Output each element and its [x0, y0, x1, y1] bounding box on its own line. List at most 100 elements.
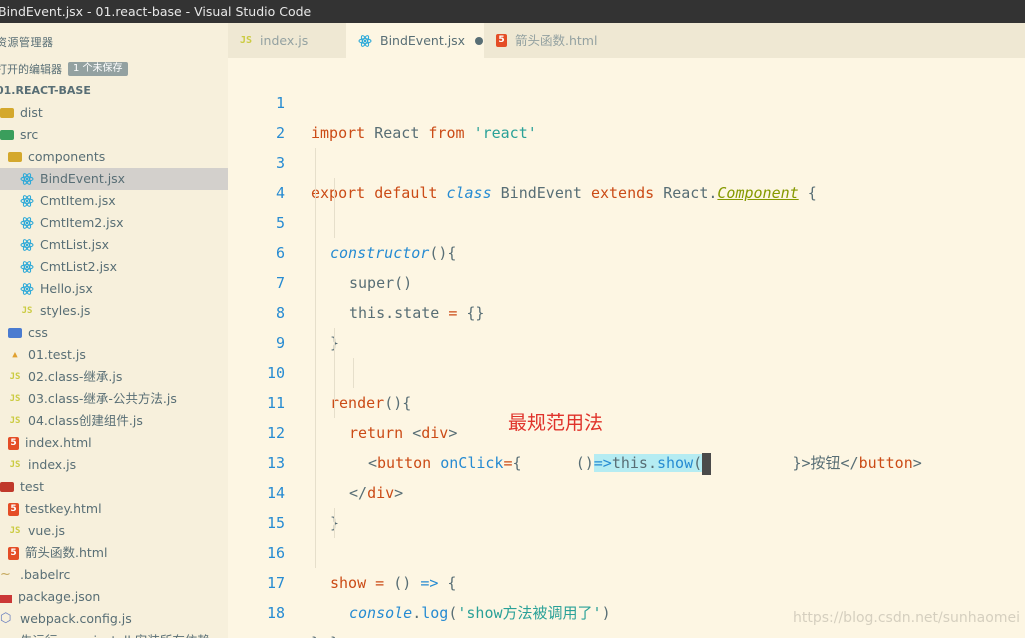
annotation-text: 最规范用法	[508, 412, 604, 434]
file-tree-item[interactable]: JS 03.class-继承-公共方法.js	[0, 388, 228, 410]
react-icon	[358, 34, 372, 48]
file-tree-item[interactable]: JS index.js	[0, 454, 228, 476]
tab-bindevent-jsx[interactable]: BindEvent.jsx	[346, 23, 484, 58]
explorer-sidebar: 资源管理器 打开的编辑器 1 个未保存 01.REACT-BASE dist sr…	[0, 23, 228, 638]
file-tree-item[interactable]: css	[0, 322, 228, 344]
file-tree-label: package.json	[18, 589, 101, 604]
code-line: 6 this.state = {}	[228, 208, 1025, 322]
js-icon: JS	[9, 526, 21, 536]
tab-arrow-function-html[interactable]: 5 箭头函数.html	[484, 23, 624, 58]
folder-icon	[8, 328, 22, 338]
file-tree-label: 04.class创建组件.js	[28, 413, 143, 428]
code-line: 16 console.log('show方法被调用了')	[228, 508, 1025, 622]
file-tree-item[interactable]: BindEvent.jsx	[0, 168, 228, 190]
code-line: 14	[228, 448, 1025, 502]
file-tree-item[interactable]: ▲ 01.test.js	[0, 344, 228, 366]
file-tree-label: 03.class-继承-公共方法.js	[28, 391, 177, 406]
folder-icon	[0, 130, 14, 140]
tab-label: BindEvent.jsx	[380, 33, 466, 48]
file-tree-item[interactable]: CmtList2.jsx	[0, 256, 228, 278]
code-line: 11 <button onClick={ ()=>this.show( }>按钮…	[228, 358, 1025, 475]
folder-open-icon	[8, 152, 22, 162]
file-tree-item[interactable]: 5 index.html	[0, 432, 228, 454]
unsaved-dot-icon[interactable]	[475, 36, 484, 45]
project-root[interactable]: 01.REACT-BASE	[0, 84, 91, 97]
file-tree-item[interactable]: 5 箭头函数.html	[0, 542, 228, 564]
file-tree-item[interactable]: package.json	[0, 586, 228, 608]
js-icon: JS	[9, 460, 21, 470]
code-line: 13 }	[228, 418, 1025, 532]
unsaved-badge: 1 个未保存	[68, 62, 128, 76]
html-icon: 5	[8, 502, 19, 516]
react-icon	[20, 238, 34, 252]
file-tree-item[interactable]: test	[0, 476, 228, 498]
code-line: 9 render(){	[228, 298, 1025, 412]
file-tree-item[interactable]: CmtItem.jsx	[0, 190, 228, 212]
folder-icon	[0, 108, 14, 118]
tab-label: index.js	[260, 33, 309, 48]
file-tree-label: css	[28, 325, 48, 340]
file-tree-label: webpack.config.js	[20, 611, 132, 626]
js-icon: JS	[21, 306, 33, 316]
file-tree-item[interactable]: JS styles.js	[0, 300, 228, 322]
file-tree-item[interactable]: CmtList.jsx	[0, 234, 228, 256]
html-icon: 5	[8, 546, 19, 560]
file-tree-label: styles.js	[40, 303, 91, 318]
code-line: 8	[228, 268, 1025, 322]
code-line: 12 </div>	[228, 388, 1025, 502]
test-js-icon: ▲	[12, 350, 18, 360]
webpack-icon: ⬡	[0, 611, 12, 626]
file-tree-label: vue.js	[28, 523, 65, 538]
file-tree-item[interactable]: ⬡ webpack.config.js	[0, 608, 228, 630]
code-line: 5 super()	[228, 178, 1025, 292]
folder-icon	[0, 482, 14, 492]
file-tree-label: 箭头函数.html	[25, 545, 108, 560]
file-tree-label: CmtList.jsx	[40, 237, 110, 252]
file-tree: dist src components BindEvent.jsx CmtItem.js…	[0, 102, 228, 638]
watermark: https://blog.csdn.net/sunhaomei	[793, 610, 1020, 626]
file-tree-label: src	[20, 127, 39, 142]
code-line: 15 show = () => {	[228, 478, 1025, 592]
code-line: 4 constructor(){	[228, 148, 1025, 262]
react-icon	[20, 194, 34, 208]
tab-index-js[interactable]: JS index.js	[228, 23, 346, 58]
file-tree-label: test	[20, 479, 45, 494]
title-bar: BindEvent.jsx - 01.react-base - Visual S…	[0, 0, 1025, 23]
file-tree-item[interactable]: components	[0, 146, 228, 168]
code-line: 10 return <div>	[228, 328, 1025, 442]
file-tree-label: 先运行 npm install 安装所有依赖	[20, 630, 210, 638]
file-tree-item[interactable]: CmtItem2.jsx	[0, 212, 228, 234]
code-line: 7 }	[228, 238, 1025, 352]
babel-icon: ~	[0, 567, 11, 582]
open-editors-label: 打开的编辑器	[0, 63, 62, 76]
file-tree-label: CmtItem2.jsx	[40, 215, 124, 230]
file-tree-item[interactable]: JS vue.js	[0, 520, 228, 542]
file-tree-label: components	[28, 149, 106, 164]
file-tree-label: dist	[20, 105, 43, 120]
file-tree-label: 02.class-继承.js	[28, 369, 123, 384]
file-tree-label: index.js	[28, 457, 77, 472]
window-title: BindEvent.jsx - 01.react-base - Visual S…	[0, 4, 312, 19]
file-tree-item[interactable]: 5 testkey.html	[0, 498, 228, 520]
code-line: 2	[228, 88, 1025, 142]
file-tree-label: CmtItem.jsx	[40, 193, 116, 208]
file-tree-item[interactable]: src	[0, 124, 228, 146]
file-tree-item[interactable]: dist	[0, 102, 228, 124]
open-editors-section[interactable]: 打开的编辑器 1 个未保存	[0, 61, 128, 77]
file-tree-item[interactable]: ~ .babelrc	[0, 564, 228, 586]
tab-label: 箭头函数.html	[515, 33, 598, 48]
js-icon: JS	[9, 394, 21, 404]
file-icon: •	[0, 634, 14, 638]
file-tree-item[interactable]: Hello.jsx	[0, 278, 228, 300]
file-tree-label: .babelrc	[20, 567, 71, 582]
code-editor[interactable]: 1 import React from 'react' 2 3 export d…	[228, 58, 1025, 638]
file-tree-item[interactable]: • 先运行 npm install 安装所有依赖	[0, 630, 228, 638]
react-icon	[20, 216, 34, 230]
file-tree-label: BindEvent.jsx	[40, 171, 126, 186]
file-tree-item[interactable]: JS 02.class-继承.js	[0, 366, 228, 388]
react-icon	[20, 282, 34, 296]
code-line: 3 export default class BindEvent extends…	[228, 118, 1025, 202]
js-icon: JS	[9, 416, 21, 426]
file-tree-item[interactable]: JS 04.class创建组件.js	[0, 410, 228, 432]
file-tree-label: CmtList2.jsx	[40, 259, 117, 274]
